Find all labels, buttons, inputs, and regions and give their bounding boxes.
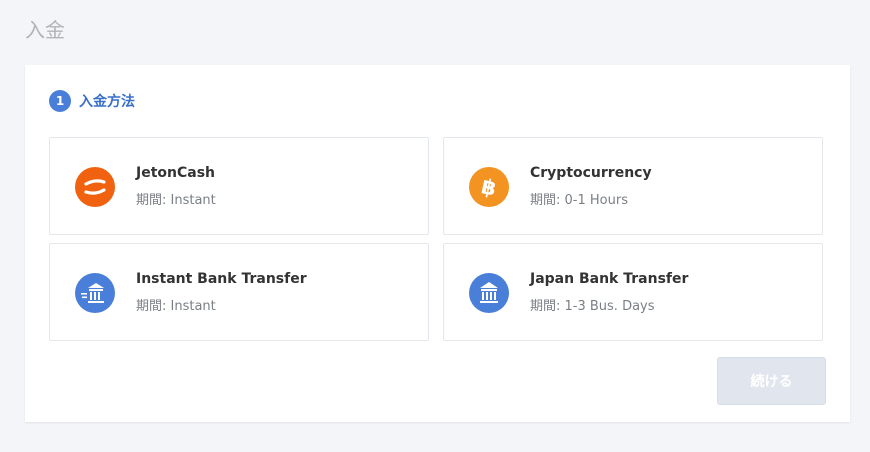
method-name: JetonCash	[136, 165, 216, 181]
method-name: Instant Bank Transfer	[136, 271, 307, 287]
step-header: 1 入金方法	[49, 90, 135, 112]
method-period: 期間: 0-1 Hours	[530, 193, 628, 208]
bitcoin-icon: ฿	[469, 167, 509, 207]
page-title: 入金	[25, 18, 65, 42]
method-period: 期間: Instant	[136, 299, 216, 314]
step-label: 入金方法	[79, 94, 135, 110]
method-name: Japan Bank Transfer	[530, 271, 689, 287]
instant-bank-icon	[75, 273, 115, 313]
method-card-jetoncash[interactable]: JetonCash 期間: Instant	[49, 137, 429, 235]
jetoncash-icon	[75, 167, 115, 207]
method-period: 期間: Instant	[136, 193, 216, 208]
method-period: 期間: 1-3 Bus. Days	[530, 299, 655, 314]
continue-button[interactable]: 続ける	[717, 357, 826, 405]
method-card-cryptocurrency[interactable]: ฿ Cryptocurrency 期間: 0-1 Hours	[443, 137, 823, 235]
method-name: Cryptocurrency	[530, 165, 652, 181]
method-card-instant-bank-transfer[interactable]: Instant Bank Transfer 期間: Instant	[49, 243, 429, 341]
step-number-badge: 1	[49, 90, 71, 112]
deposit-panel: 1 入金方法 JetonCash 期間: Instant ฿ Cryptocur…	[25, 65, 850, 422]
bank-icon	[469, 273, 509, 313]
method-card-japan-bank-transfer[interactable]: Japan Bank Transfer 期間: 1-3 Bus. Days	[443, 243, 823, 341]
